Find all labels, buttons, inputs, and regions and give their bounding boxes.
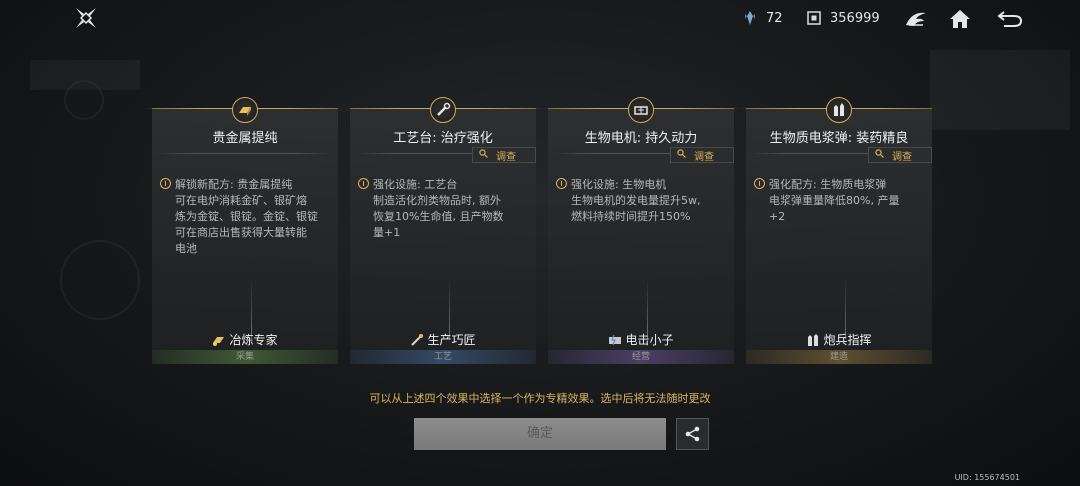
description-line: 炼为金锭、银锭。金锭、银锭 — [175, 210, 318, 223]
card-title: 生物质电浆弹: 装药精良 — [769, 131, 909, 146]
effect-card[interactable]: 贵金属提纯 解锁新配方: 贵金属提纯 可在电炉消耗金矿、银矿熔 炼为金锭、银锭。… — [146, 97, 344, 364]
effect-card[interactable]: 生物电机: 持久动力 调查 强化设施: 生物电机 生物电机的发电量提升5w, 燃… — [542, 97, 740, 364]
search-icon — [875, 149, 884, 161]
background-ring — [60, 240, 140, 320]
resource-crystal: 72 — [742, 10, 783, 26]
ammo-icon — [826, 97, 852, 123]
smelting-icon — [212, 333, 226, 347]
crystal-count: 72 — [766, 10, 783, 26]
light-beam — [647, 279, 648, 339]
bonus-title: 炮兵指挥 — [746, 331, 932, 348]
user-id: UID: 155674501 — [954, 473, 1020, 482]
bonus-title: 冶炼专家 — [152, 331, 338, 348]
faction-emblem-button[interactable] — [902, 6, 930, 32]
back-arrow-icon — [997, 11, 1023, 27]
description-line: 可在商店出售获得大量转能 — [175, 226, 307, 239]
investigate-button[interactable]: 调查 — [868, 147, 932, 163]
category-label: 采集 — [152, 350, 338, 364]
electric-icon — [608, 333, 622, 347]
background-panel — [30, 60, 140, 90]
confirm-button[interactable]: 确定 — [414, 418, 666, 450]
description-line: 恢复10%生命值, 且产物数 — [373, 210, 504, 223]
description-line: 制造活化剂类物品时, 额外 — [373, 194, 501, 207]
card-description: 强化配方: 生物质电浆弹 电浆弹重量降低80%, 产量 +2 — [754, 177, 922, 225]
description-line: 电浆弹重量降低80%, 产量 — [769, 194, 900, 207]
wrench-icon — [430, 97, 456, 123]
light-beam — [251, 279, 252, 339]
description-line: +2 — [769, 210, 786, 223]
card-description: 强化设施: 生物电机 生物电机的发电量提升5w, 燃料持续时间提升150% — [556, 177, 724, 225]
bonus-title: 生产巧匠 — [350, 331, 536, 348]
game-logo-icon[interactable] — [74, 6, 98, 30]
investigate-label: 调查 — [694, 151, 714, 163]
light-beam — [449, 279, 450, 339]
bonus-title: 电击小子 — [548, 331, 734, 348]
craftsman-icon — [410, 333, 424, 347]
description-line: 强化设施: 生物电机 — [556, 177, 724, 193]
faction-emblem-icon — [906, 12, 926, 26]
home-button[interactable] — [946, 6, 974, 32]
card-description: 解锁新配方: 贵金属提纯 可在电炉消耗金矿、银矿熔 炼为金锭、银锭。金锭、银锭 … — [160, 177, 328, 257]
card-divider — [158, 153, 332, 154]
description-line: 量+1 — [373, 226, 401, 239]
effect-card[interactable]: 生物质电浆弹: 装药精良 调查 强化配方: 生物质电浆弹 电浆弹重量降低80%,… — [740, 97, 938, 364]
investigate-button[interactable]: 调查 — [670, 147, 734, 163]
investigate-label: 调查 — [892, 151, 912, 163]
card-title: 贵金属提纯 — [212, 131, 278, 146]
home-icon — [950, 10, 970, 28]
description-line: 可在电炉消耗金矿、银矿熔 — [175, 194, 307, 207]
investigate-button[interactable]: 调查 — [472, 147, 536, 163]
description-line: 强化设施: 工艺台 — [358, 177, 526, 193]
artillery-icon — [806, 333, 820, 347]
category-label: 工艺 — [350, 350, 536, 364]
crystal-icon — [742, 10, 758, 26]
card-description: 强化设施: 工艺台 制造活化剂类物品时, 额外 恢复10%生命值, 且产物数 量… — [358, 177, 526, 241]
search-icon — [677, 149, 686, 161]
effect-card[interactable]: 工艺台: 治疗强化 调查 强化设施: 工艺台 制造活化剂类物品时, 额外 恢复1… — [344, 97, 542, 364]
card-title: 生物电机: 持久动力 — [584, 131, 698, 146]
description-line: 解锁新配方: 贵金属提纯 — [160, 177, 328, 193]
resource-chip: 356999 — [806, 10, 880, 26]
upgrade-icon — [358, 178, 369, 189]
search-icon — [479, 149, 488, 161]
description-line: 生物电机的发电量提升5w, — [571, 194, 701, 207]
description-line: 燃料持续时间提升150% — [571, 210, 691, 223]
description-line: 强化配方: 生物质电浆弹 — [754, 177, 922, 193]
category-label: 建造 — [746, 350, 932, 364]
generator-icon — [628, 97, 654, 123]
card-title: 工艺台: 治疗强化 — [393, 131, 493, 146]
unlock-icon — [160, 178, 171, 189]
upgrade-icon — [754, 178, 765, 189]
chip-count: 356999 — [830, 10, 880, 26]
background-panel — [930, 50, 1070, 130]
investigate-label: 调查 — [496, 151, 516, 163]
share-icon — [685, 426, 699, 442]
upgrade-icon — [556, 178, 567, 189]
chip-icon — [806, 10, 822, 26]
selection-hint: 可以从上述四个效果中选择一个作为专精效果。选中后将无法随时更改 — [369, 392, 711, 405]
back-button[interactable] — [996, 6, 1024, 32]
description-line: 电池 — [175, 242, 197, 255]
light-beam — [845, 279, 846, 339]
category-label: 经营 — [548, 350, 734, 364]
gold-bar-icon — [232, 97, 258, 123]
share-button[interactable] — [676, 418, 709, 450]
